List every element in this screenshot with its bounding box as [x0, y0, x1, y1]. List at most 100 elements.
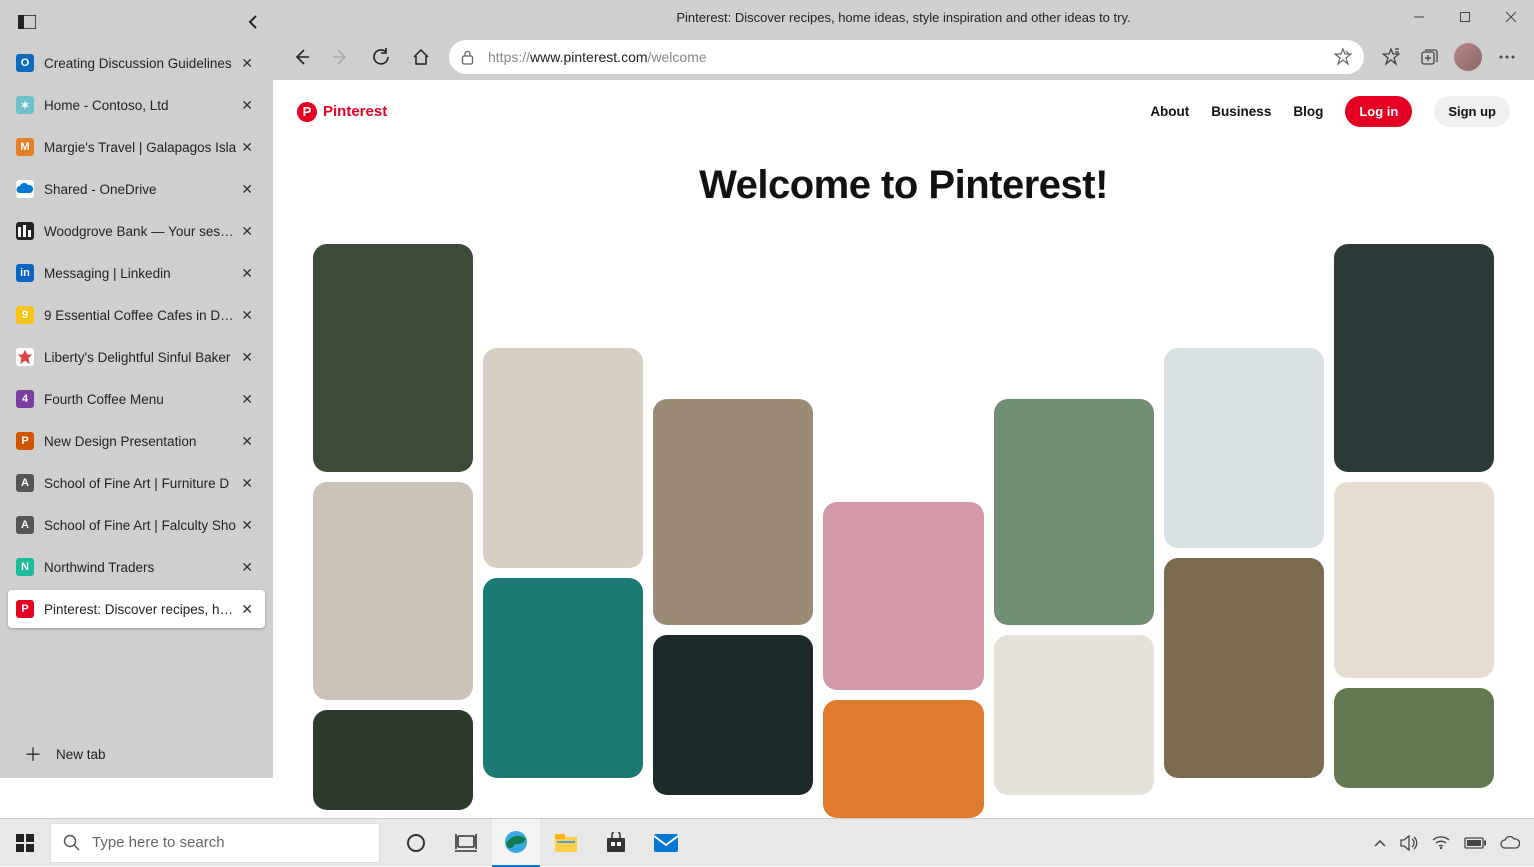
nav-blog[interactable]: Blog	[1293, 104, 1323, 119]
tray-onedrive-icon[interactable]	[1500, 836, 1520, 850]
forward-button[interactable]	[323, 39, 359, 75]
tab-label: Northwind Traders	[44, 560, 237, 575]
tab-item[interactable]: ASchool of Fine Art | Falculty Sho✕	[8, 506, 265, 544]
collections-button[interactable]	[1412, 40, 1446, 74]
tab-item[interactable]: 4 Fourth Coffee Menu✕	[8, 380, 265, 418]
tab-item[interactable]: MMargie's Travel | Galapagos Isla✕	[8, 128, 265, 166]
pin-image[interactable]	[1334, 244, 1494, 472]
pin-image[interactable]	[653, 635, 813, 795]
tray-wifi-icon[interactable]	[1432, 836, 1450, 850]
pin-image[interactable]	[313, 244, 473, 472]
pin-image[interactable]	[313, 482, 473, 700]
tabs-panel-icon[interactable]	[18, 15, 36, 29]
system-tray	[1374, 835, 1534, 851]
tab-close-button[interactable]: ✕	[237, 475, 257, 492]
tab-favicon: 4	[16, 390, 34, 408]
taskbar-taskview-icon[interactable]	[442, 819, 490, 867]
tab-favicon	[16, 180, 34, 198]
tab-close-button[interactable]: ✕	[237, 265, 257, 282]
tab-label: Fourth Coffee Menu	[44, 392, 237, 407]
pin-image[interactable]	[483, 348, 643, 568]
signup-button[interactable]: Sign up	[1434, 96, 1510, 127]
tab-item[interactable]: Liberty's Delightful Sinful Baker✕	[8, 338, 265, 376]
tab-close-button[interactable]: ✕	[237, 391, 257, 408]
gallery-column	[483, 244, 643, 818]
tab-favicon	[16, 222, 34, 240]
tab-favicon: 9	[16, 306, 34, 324]
tab-label: Pinterest: Discover recipes, hom	[44, 602, 237, 617]
tab-item[interactable]: ✶Home - Contoso, Ltd✕	[8, 86, 265, 124]
favorites-button[interactable]	[1374, 40, 1408, 74]
search-icon	[63, 834, 80, 851]
tab-close-button[interactable]: ✕	[237, 223, 257, 240]
tab-label: Creating Discussion Guidelines	[44, 56, 237, 71]
tab-close-button[interactable]: ✕	[237, 559, 257, 576]
tab-close-button[interactable]: ✕	[237, 97, 257, 114]
window-title: Pinterest: Discover recipes, home ideas,…	[676, 10, 1130, 25]
pin-image[interactable]	[313, 710, 473, 810]
tab-close-button[interactable]: ✕	[237, 307, 257, 324]
windows-taskbar: Type here to search	[0, 818, 1534, 866]
tab-item[interactable]: PNew Design Presentation✕	[8, 422, 265, 460]
tab-item[interactable]: N Northwind Traders✕	[8, 548, 265, 586]
window-minimize-button[interactable]	[1396, 0, 1442, 34]
pin-image[interactable]	[1334, 688, 1494, 788]
nav-about[interactable]: About	[1150, 104, 1189, 119]
pin-image[interactable]	[653, 399, 813, 625]
more-menu-button[interactable]	[1490, 40, 1524, 74]
refresh-button[interactable]	[363, 39, 399, 75]
address-bar[interactable]: https://www.pinterest.com/welcome	[449, 40, 1364, 74]
tab-close-button[interactable]: ✕	[237, 517, 257, 534]
tab-item[interactable]: Shared - OneDrive✕	[8, 170, 265, 208]
pin-image[interactable]	[994, 635, 1154, 795]
taskbar-edge-icon[interactable]	[492, 819, 540, 867]
back-button[interactable]	[283, 39, 319, 75]
taskbar-mail-icon[interactable]	[642, 819, 690, 867]
pin-image[interactable]	[823, 700, 983, 818]
tab-close-button[interactable]: ✕	[237, 181, 257, 198]
taskbar-explorer-icon[interactable]	[542, 819, 590, 867]
tray-volume-icon[interactable]	[1400, 835, 1418, 851]
url-text: https://www.pinterest.com/welcome	[488, 49, 1334, 65]
tab-close-button[interactable]: ✕	[237, 139, 257, 156]
pin-image[interactable]	[994, 399, 1154, 625]
tab-item[interactable]: inMessaging | Linkedin✕	[8, 254, 265, 292]
tab-close-button[interactable]: ✕	[237, 433, 257, 450]
tab-close-button[interactable]: ✕	[237, 349, 257, 366]
pin-image[interactable]	[1164, 558, 1324, 778]
taskbar-store-icon[interactable]	[592, 819, 640, 867]
taskbar-search[interactable]: Type here to search	[50, 823, 380, 863]
home-button[interactable]	[403, 39, 439, 75]
pin-image[interactable]	[1164, 348, 1324, 548]
tab-favicon: P	[16, 600, 34, 618]
nav-business[interactable]: Business	[1211, 104, 1271, 119]
pin-image[interactable]	[823, 502, 983, 690]
pin-image[interactable]	[483, 578, 643, 778]
window-close-button[interactable]	[1488, 0, 1534, 34]
pin-image[interactable]	[1334, 482, 1494, 678]
profile-avatar[interactable]	[1454, 43, 1482, 71]
tab-favicon: N	[16, 558, 34, 576]
window-maximize-button[interactable]	[1442, 0, 1488, 34]
new-tab-button[interactable]: ＋ New tab	[8, 734, 265, 774]
tray-chevron-icon[interactable]	[1374, 839, 1386, 847]
tab-item[interactable]: 99 Essential Coffee Cafes in Dow✕	[8, 296, 265, 334]
start-button[interactable]	[0, 819, 50, 867]
brand-text: Pinterest	[323, 103, 387, 120]
tab-label: School of Fine Art | Furniture D	[44, 476, 237, 491]
tab-favicon: A	[16, 474, 34, 492]
tab-item[interactable]: P Pinterest: Discover recipes, hom✕	[8, 590, 265, 628]
reading-view-icon[interactable]	[1334, 48, 1352, 66]
tab-item[interactable]: Woodgrove Bank — Your sessio✕	[8, 212, 265, 250]
tab-close-button[interactable]: ✕	[237, 601, 257, 618]
tab-close-button[interactable]: ✕	[237, 55, 257, 72]
collapse-sidebar-button[interactable]	[247, 15, 259, 29]
tab-item[interactable]: A School of Fine Art | Furniture D✕	[8, 464, 265, 502]
tray-battery-icon[interactable]	[1464, 837, 1486, 849]
gallery-column	[994, 244, 1154, 818]
tab-item[interactable]: OCreating Discussion Guidelines✕	[8, 44, 265, 82]
hero-title: Welcome to Pinterest!	[273, 163, 1534, 208]
pinterest-logo[interactable]: P Pinterest	[297, 102, 387, 122]
login-button[interactable]: Log in	[1345, 96, 1412, 127]
taskbar-cortana-icon[interactable]	[392, 819, 440, 867]
